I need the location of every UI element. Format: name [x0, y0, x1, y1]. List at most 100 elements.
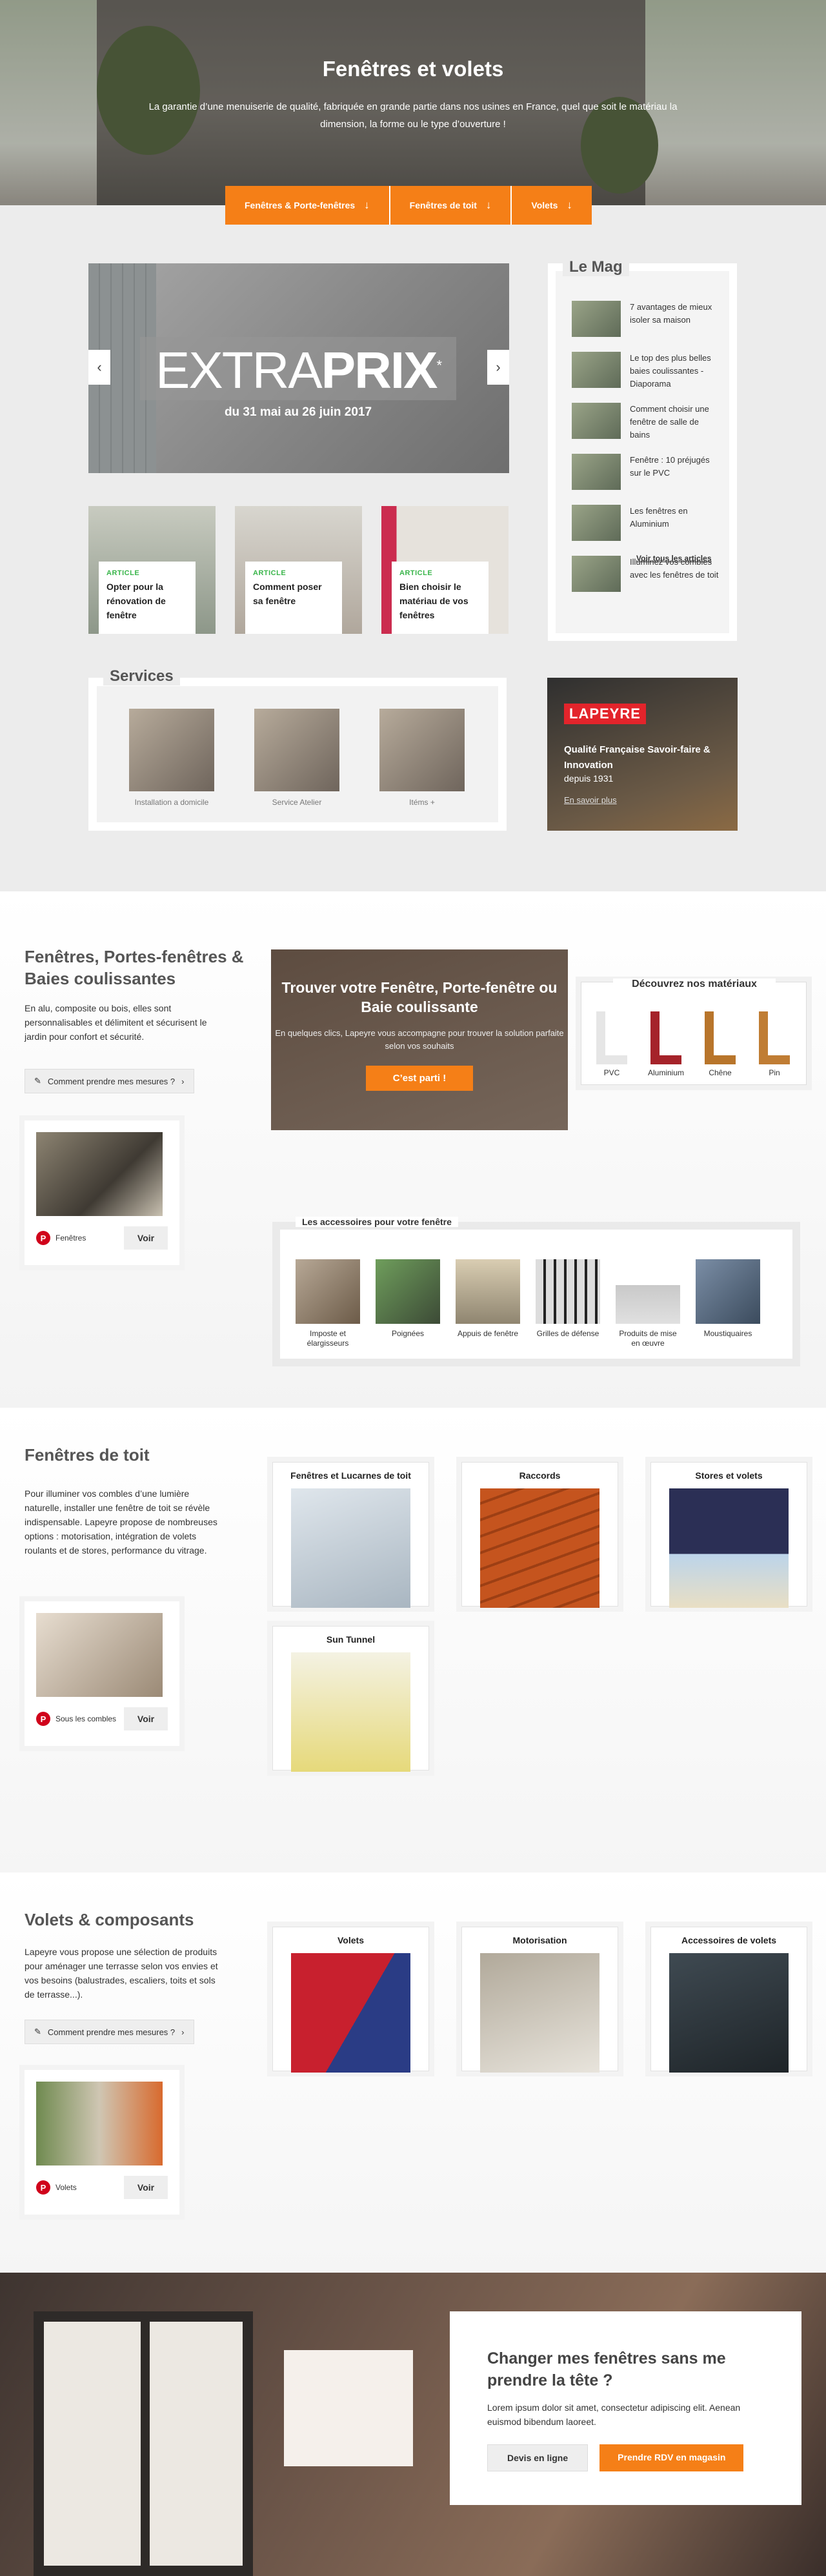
pencil-icon: ✎ — [34, 2027, 41, 2036]
accessory-item[interactable]: Grilles de défense — [536, 1259, 600, 1348]
chevron-right-icon: › — [496, 359, 501, 375]
frame-swatch — [759, 1011, 790, 1064]
mag-thumbnail — [572, 556, 621, 592]
mag-item[interactable]: Les fenêtres en Aluminium — [572, 505, 720, 556]
shutter-products: Volets Motorisation Accessoires de volet… — [272, 1927, 808, 2073]
mag-item[interactable]: Illuminez vos combles avec les fenêtres … — [572, 556, 720, 607]
finder-title: Trouver votre Fenêtre, Porte-fenêtre ou … — [281, 979, 558, 1015]
pinterest-icon: P — [36, 2180, 50, 2195]
accessory-item[interactable]: Produits de mise en œuvre — [616, 1259, 680, 1348]
accessory-item[interactable]: Moustiquaires — [696, 1259, 760, 1348]
material-chene[interactable]: Chêne — [702, 1011, 738, 1077]
material-pin[interactable]: Pin — [756, 1011, 792, 1077]
cta-title: Changer mes fenêtres sans me prendre la … — [487, 2349, 726, 2389]
measure-button[interactable]: ✎ Comment prendre mes mesures ? › — [25, 2020, 194, 2044]
section-text: Pour illuminer vos combles d’une lumière… — [25, 1488, 217, 1556]
mag-item[interactable]: Le top des plus belles baies coulissante… — [572, 352, 720, 403]
roof-products: Fenêtres et Lucarnes de toit Raccords St… — [272, 1462, 808, 1772]
pinterest-icon: P — [36, 1231, 50, 1245]
promo-dates: du 31 mai au 26 juin 2017 — [224, 405, 372, 419]
pinterest-card: P Volets Voir — [25, 2070, 179, 2215]
promo-carousel[interactable]: EXTRAPRIX* du 31 mai au 26 juin 2017 ‹ › — [88, 263, 509, 473]
carousel-prev-button[interactable]: ‹ — [88, 350, 110, 385]
product-image — [669, 1488, 789, 1608]
pinterest-icon: P — [36, 1712, 50, 1726]
mag-item[interactable]: Fenêtre : 10 préjugés sur le PVC — [572, 454, 720, 505]
kitchen-window — [34, 2311, 253, 2576]
product-image — [669, 1953, 789, 2073]
mag-all-articles-link[interactable]: Voir tous les articles — [636, 554, 712, 563]
lapeyre-logo: LAPEYRE — [564, 704, 646, 724]
accessory-image — [696, 1259, 760, 1324]
article-card[interactable]: ARTICLE Bien choisir le matériau de vos f… — [381, 506, 509, 634]
product-image — [480, 1953, 599, 2073]
article-cards: ARTICLE Opter pour la rénovation de fenêt… — [88, 506, 509, 634]
service-item[interactable]: Installation a domicile — [129, 709, 214, 807]
accessory-item[interactable]: Appuis de fenêtre — [456, 1259, 520, 1348]
start-button[interactable]: C’est parti ! — [365, 1066, 474, 1091]
services-title: Services — [103, 667, 180, 685]
section-title: Fenêtres de toit — [25, 1445, 150, 1465]
service-item[interactable]: Service Atelier — [254, 709, 339, 807]
pencil-icon: ✎ — [34, 1076, 41, 1086]
accessory-image — [376, 1259, 440, 1324]
tab-fenetres[interactable]: Fenêtres & Porte-fenêtres ↓ — [225, 186, 390, 225]
pinterest-card: P Sous les combles Voir — [25, 1601, 179, 1746]
accessories-title: Les accessoires pour votre fenêtre — [296, 1217, 458, 1227]
product-image — [291, 1652, 410, 1772]
material-pvc[interactable]: PVC — [594, 1011, 630, 1077]
tab-fenetres-toit[interactable]: Fenêtres de toit ↓ — [390, 186, 512, 225]
arrow-down-icon: ↓ — [364, 199, 370, 211]
product-card[interactable]: Stores et volets — [650, 1462, 807, 1608]
brand-promo[interactable]: LAPEYRE Qualité Française Savoir-faire &… — [547, 678, 738, 831]
view-button[interactable]: Voir — [124, 1707, 168, 1730]
window-finder: Trouver votre Fenêtre, Porte-fenêtre ou … — [271, 949, 568, 1130]
service-image — [379, 709, 465, 791]
chevron-left-icon: ‹ — [97, 359, 102, 375]
mag-item[interactable]: Comment choisir une fenêtre de salle de … — [572, 403, 720, 454]
learn-more-link[interactable]: En savoir plus — [564, 795, 617, 805]
article-card[interactable]: ARTICLE Opter pour la rénovation de fenêt… — [88, 506, 216, 634]
tab-volets[interactable]: Volets ↓ — [512, 186, 592, 225]
product-card[interactable]: Sun Tunnel — [272, 1626, 429, 1772]
pin-image — [36, 2082, 163, 2165]
windows-section: Fenêtres, Portes-fenêtres & Baies coulis… — [0, 891, 826, 1408]
article-card[interactable]: ARTICLE Comment poser sa fenêtre — [235, 506, 362, 634]
service-image — [254, 709, 339, 791]
pin-image — [36, 1132, 163, 1216]
product-card[interactable]: Volets — [272, 1927, 429, 2073]
product-image — [480, 1488, 599, 1608]
hero: Fenêtres et volets La garantie d’une men… — [0, 0, 826, 205]
arrow-down-icon: ↓ — [485, 199, 492, 211]
product-card[interactable]: Accessoires de volets — [650, 1927, 807, 2073]
accessory-item[interactable]: Imposte et élargisseurs — [296, 1259, 360, 1348]
view-button[interactable]: Voir — [124, 2176, 168, 2199]
accessories-list: Imposte et élargisseurs Poignées Appuis … — [296, 1259, 760, 1348]
product-card[interactable]: Fenêtres et Lucarnes de toit — [272, 1462, 429, 1608]
accessory-image — [616, 1259, 680, 1324]
accessory-item[interactable]: Poignées — [376, 1259, 440, 1348]
view-button[interactable]: Voir — [124, 1226, 168, 1250]
service-image — [129, 709, 214, 791]
mag-thumbnail — [572, 403, 621, 439]
material-aluminium[interactable]: Aluminium — [648, 1011, 684, 1077]
frame-swatch — [705, 1011, 736, 1064]
service-item[interactable]: Itéms + — [379, 709, 465, 807]
accessory-image — [296, 1259, 360, 1324]
roof-windows-section: Fenêtres de toit Pour illuminer vos comb… — [0, 1408, 826, 1872]
product-image — [291, 1488, 410, 1608]
mag-thumbnail — [572, 505, 621, 541]
product-card[interactable]: Raccords — [461, 1462, 618, 1608]
chevron-right-icon: › — [181, 1076, 185, 1086]
mag-item[interactable]: 7 avantages de mieux isoler sa maison — [572, 301, 720, 352]
featured-section: EXTRAPRIX* du 31 mai au 26 juin 2017 ‹ ›… — [0, 205, 826, 891]
extraprix-logo: EXTRAPRIX* — [156, 341, 442, 399]
page-title: Fenêtres et volets — [322, 57, 504, 81]
measure-button[interactable]: ✎ Comment prendre mes mesures ? › — [25, 1069, 194, 1093]
store-appointment-button[interactable]: Prendre RDV en magasin — [599, 2444, 744, 2471]
carousel-next-button[interactable]: › — [487, 350, 509, 385]
product-card[interactable]: Motorisation — [461, 1927, 618, 2073]
online-quote-button[interactable]: Devis en ligne — [487, 2444, 589, 2471]
arrow-down-icon: ↓ — [567, 199, 572, 211]
section-title: Fenêtres, Portes-fenêtres & Baies coulis… — [25, 947, 244, 988]
